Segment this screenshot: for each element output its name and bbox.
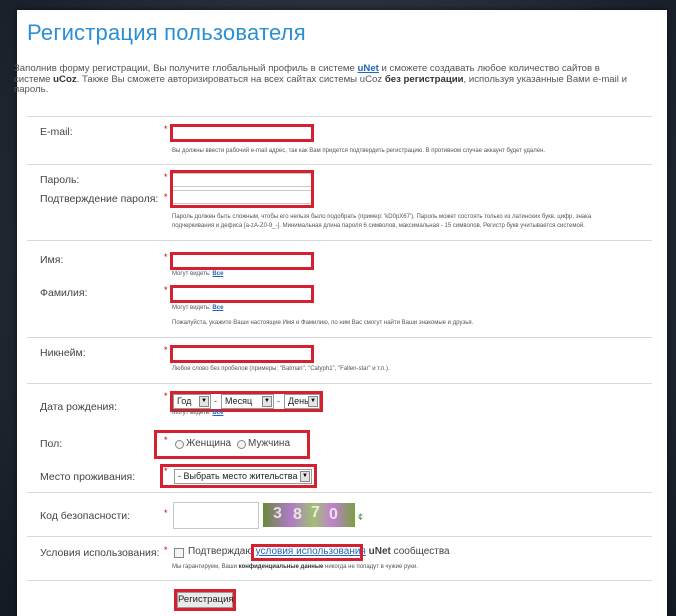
divider xyxy=(27,240,652,241)
page-title: Регистрация пользователя xyxy=(27,20,306,45)
captcha-refresh-icon[interactable]: ¢ xyxy=(358,512,363,522)
divider xyxy=(27,383,652,384)
email-hint: Вы должны ввести рабочий e-mail адрес, т… xyxy=(172,148,546,154)
password-highlight xyxy=(170,170,314,208)
divider xyxy=(27,536,652,537)
intro-text: Заполнив форму регистрации, Вы получите … xyxy=(14,63,634,96)
captcha-input[interactable] xyxy=(173,502,259,529)
nickname-label: Никнейм: xyxy=(40,347,86,359)
name-hint: Пожалуйста, укажите Ваши настоящие Имя и… xyxy=(172,320,474,326)
required-mark: * xyxy=(164,172,168,182)
intro-part: . Также Вы сможете авторизироваться на в… xyxy=(76,73,385,85)
intro-ucoz: uCoz xyxy=(53,73,77,85)
visibility-all-link[interactable]: Все xyxy=(212,410,223,416)
nickname-highlight xyxy=(170,345,314,363)
last-name-label: Фамилия: xyxy=(40,287,88,299)
gender-highlight xyxy=(154,430,310,459)
email-label: E-mail: xyxy=(40,126,73,138)
intro-bold: без регистрации xyxy=(384,73,464,85)
visibility-all-link[interactable]: Все xyxy=(212,271,223,277)
required-mark: * xyxy=(164,391,168,401)
captcha-label: Код безопасности: xyxy=(40,510,131,522)
privacy-part: Мы гарантируем, Ваши xyxy=(172,564,239,570)
required-mark: * xyxy=(164,192,168,202)
required-mark: * xyxy=(164,124,168,134)
location-highlight xyxy=(160,464,317,488)
required-mark: * xyxy=(164,345,168,355)
password-label: Пароль: xyxy=(40,174,80,186)
first-name-label: Имя: xyxy=(40,254,64,266)
visibility-all-link[interactable]: Все xyxy=(212,305,223,311)
required-mark: * xyxy=(164,252,168,262)
required-mark: * xyxy=(164,508,168,518)
terms-link-highlight xyxy=(251,544,363,561)
required-mark: * xyxy=(164,545,168,555)
register-highlight xyxy=(174,589,236,611)
divider xyxy=(27,116,652,117)
birth-visibility: Могут видеть: Все xyxy=(172,409,223,418)
gender-label: Пол: xyxy=(40,438,63,450)
password-hint-line: Пароль должен быть сложным, чтобы его не… xyxy=(172,214,592,220)
email-highlight xyxy=(170,124,314,142)
last-name-highlight xyxy=(170,285,314,303)
visible-to-label: Могут видеть: xyxy=(172,271,213,277)
privacy-hint: Мы гарантируем, Ваши конфиденциальные да… xyxy=(172,563,418,572)
location-label: Место проживания: xyxy=(40,471,136,483)
terms-label: Условия использования: xyxy=(40,547,160,559)
password-confirm-label: Подтверждение пароля: xyxy=(40,193,159,205)
first-name-visibility: Могут видеть: Все xyxy=(172,270,223,279)
nickname-hint: Любое слово без пробелов (примеры: "Batm… xyxy=(172,366,390,372)
terms-unet: uNet xyxy=(365,546,391,557)
captcha-image: 3 8 7 0 xyxy=(263,503,355,527)
password-hint-line: подчеркивания и дефиса [a-zA-Z0-9_-]. Ми… xyxy=(172,223,585,229)
terms-suffix: сообщества xyxy=(390,546,450,557)
privacy-bold: конфиденциальные данные xyxy=(238,564,324,570)
divider xyxy=(27,580,652,581)
last-name-visibility: Могут видеть: Все xyxy=(172,304,223,313)
password-hint: Пароль должен быть сложным, чтобы его не… xyxy=(172,213,642,231)
required-mark: * xyxy=(164,285,168,295)
terms-checkbox[interactable] xyxy=(174,548,184,558)
birth-label: Дата рождения: xyxy=(40,401,117,413)
privacy-part: никогда не попадут в чужие руки. xyxy=(323,564,418,570)
divider xyxy=(27,492,652,493)
intro-part: Заполнив форму регистрации, Вы получите … xyxy=(14,63,358,74)
unet-link[interactable]: uNet xyxy=(358,63,379,74)
terms-text: Подтверждаю xyxy=(188,546,256,557)
first-name-highlight xyxy=(170,252,314,270)
visible-to-label: Могут видеть: xyxy=(172,305,213,311)
divider xyxy=(27,164,652,165)
visible-to-label: Могут видеть: xyxy=(172,410,213,416)
divider xyxy=(27,337,652,338)
